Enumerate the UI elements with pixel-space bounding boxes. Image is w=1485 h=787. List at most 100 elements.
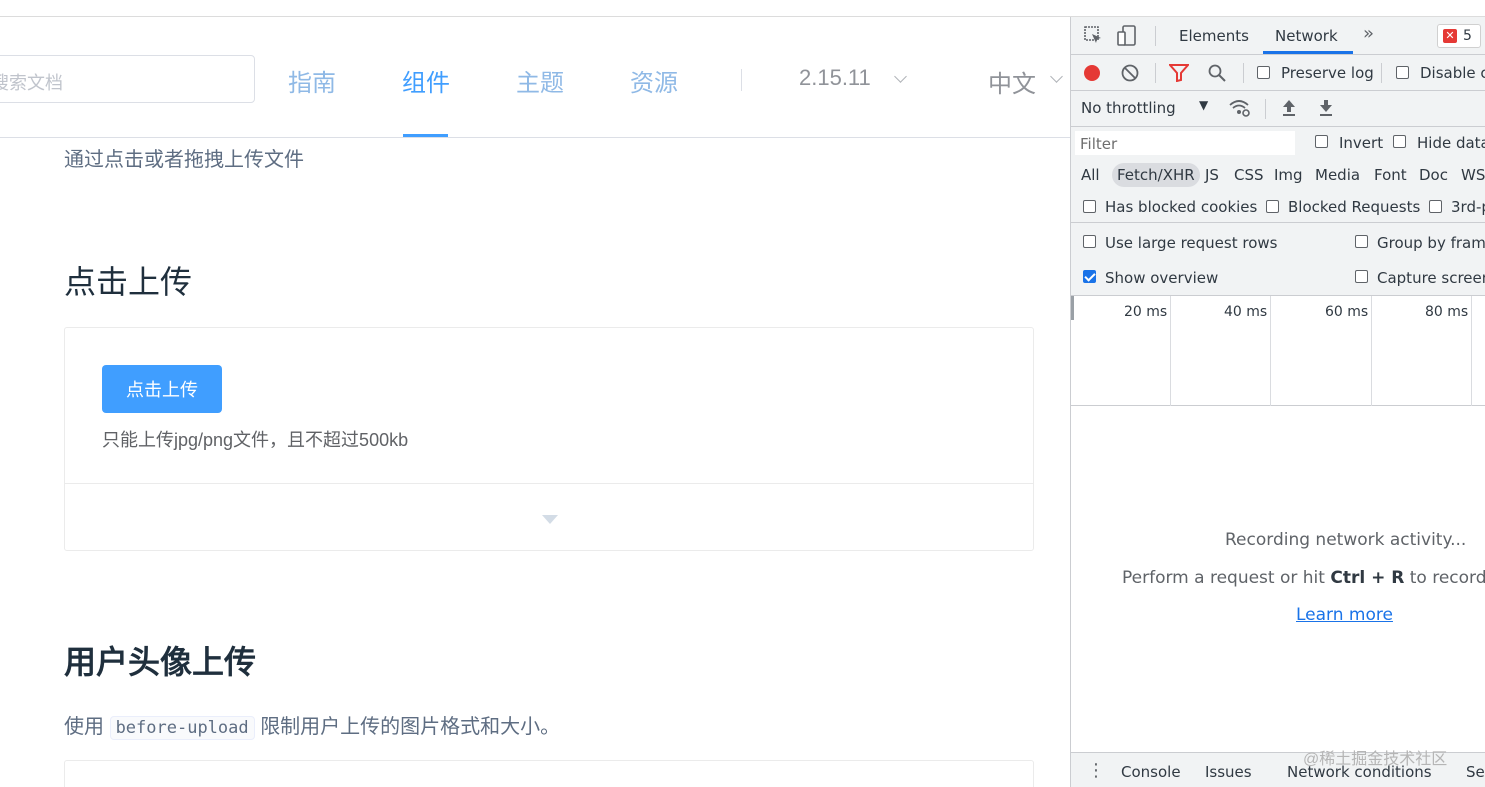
- separator: [1243, 63, 1244, 83]
- error-count: 5: [1463, 28, 1472, 44]
- search-placeholder: 搜索文档: [0, 73, 63, 93]
- type-css[interactable]: CSS: [1234, 163, 1264, 187]
- nav-component[interactable]: 组件: [402, 63, 450, 98]
- recording-message: Recording network activity...: [1225, 530, 1467, 550]
- separator: [1265, 99, 1266, 119]
- doc-page: 搜索文档 指南 组件 主题 资源 2.15.11 中文 通过点击或者拖拽上传文件…: [0, 17, 1070, 787]
- inspect-element-icon[interactable]: [1083, 25, 1103, 49]
- demo-expand-control[interactable]: [65, 485, 1033, 550]
- perform-request-message: Perform a request or hit Ctrl + R to rec…: [1122, 568, 1485, 588]
- caret-down-icon: [542, 515, 558, 524]
- blocked-requests-checkbox[interactable]: [1266, 200, 1279, 213]
- blocked-filters: Has blocked cookies Blocked Requests 3rd…: [1071, 191, 1485, 223]
- type-all[interactable]: All: [1081, 163, 1100, 187]
- capture-screenshots-label: Capture screen: [1377, 269, 1485, 287]
- type-ws[interactable]: WS: [1461, 163, 1485, 187]
- network-overview[interactable]: 20 ms 40 ms 60 ms 80 ms: [1071, 296, 1485, 406]
- export-har-icon[interactable]: [1318, 99, 1334, 121]
- nav-theme[interactable]: 主题: [516, 63, 564, 98]
- show-overview-label: Show overview: [1105, 269, 1219, 287]
- network-settings: Use large request rows Group by frame Sh…: [1071, 223, 1485, 296]
- nav-guide[interactable]: 指南: [288, 63, 336, 98]
- error-icon: ✕: [1443, 29, 1457, 43]
- timeline-gridline: [1270, 296, 1271, 406]
- type-doc[interactable]: Doc: [1419, 163, 1448, 187]
- tab-network[interactable]: Network: [1275, 27, 1338, 45]
- network-conditions-icon[interactable]: [1229, 98, 1251, 122]
- timeline-gridline: [1170, 296, 1171, 406]
- separator: [1381, 63, 1382, 83]
- network-empty-state: Recording network activity... Perform a …: [1071, 406, 1485, 752]
- version-select[interactable]: 2.15.11: [799, 65, 871, 91]
- learn-more-link[interactable]: Learn more: [1296, 605, 1393, 625]
- timeline-label: 40 ms: [1224, 304, 1268, 320]
- type-js[interactable]: JS: [1205, 163, 1219, 187]
- nav-active-indicator: [403, 134, 448, 137]
- separator: [1155, 63, 1156, 83]
- timeline-gridline: [1371, 296, 1372, 406]
- drawer-tab-search[interactable]: Sea: [1466, 763, 1485, 781]
- shortcut-key: Ctrl + R: [1330, 568, 1405, 588]
- code-before-upload: before-upload: [109, 716, 255, 740]
- third-party-checkbox[interactable]: [1429, 200, 1442, 213]
- error-count-badge[interactable]: ✕ 5: [1437, 24, 1481, 48]
- group-by-frame-label: Group by frame: [1377, 234, 1485, 252]
- browser-top-strip: [0, 0, 1485, 17]
- devtools-tabbar: Elements Network » ✕ 5: [1071, 17, 1485, 55]
- language-select[interactable]: 中文: [988, 64, 1036, 99]
- import-har-icon[interactable]: [1281, 99, 1297, 121]
- drawer-tab-issues[interactable]: Issues: [1205, 763, 1252, 781]
- section-title-click-upload: 点击上传: [64, 264, 193, 300]
- dropdown-arrow-icon[interactable]: ▼: [1199, 98, 1208, 112]
- has-blocked-cookies-checkbox[interactable]: [1083, 200, 1096, 213]
- network-toolbar: Preserve log Disable ca: [1071, 55, 1485, 91]
- more-tabs-icon[interactable]: »: [1363, 23, 1374, 44]
- chevron-down-icon[interactable]: [1050, 70, 1063, 83]
- type-img[interactable]: Img: [1274, 163, 1303, 187]
- throttling-select[interactable]: No throttling: [1081, 99, 1176, 117]
- preserve-log-checkbox[interactable]: [1257, 66, 1270, 79]
- search-input[interactable]: 搜索文档: [0, 55, 255, 103]
- nav-divider: [741, 69, 742, 91]
- show-overview-checkbox[interactable]: [1083, 270, 1096, 283]
- invert-label: Invert: [1339, 134, 1384, 152]
- perform-text-after: to record th: [1409, 568, 1485, 588]
- demo-block: 点击上传 只能上传jpg/png文件，且不超过500kb: [64, 327, 1034, 551]
- large-rows-checkbox[interactable]: [1083, 235, 1096, 248]
- type-font[interactable]: Font: [1374, 163, 1407, 187]
- demo-block-2: [64, 760, 1034, 787]
- type-fetch-xhr[interactable]: Fetch/XHR: [1112, 163, 1200, 187]
- section-title-avatar-upload: 用户头像上传: [64, 644, 257, 680]
- device-toolbar-icon[interactable]: [1117, 25, 1137, 51]
- hide-data-urls-label: Hide data: [1417, 134, 1485, 152]
- nav-resource[interactable]: 资源: [630, 63, 678, 98]
- blocked-requests-label: Blocked Requests: [1288, 198, 1421, 216]
- filter-icon[interactable]: [1167, 64, 1191, 86]
- tab-elements[interactable]: Elements: [1179, 27, 1249, 45]
- group-by-frame-checkbox[interactable]: [1355, 235, 1368, 248]
- filter-input[interactable]: Filter: [1075, 131, 1295, 155]
- invert-checkbox[interactable]: [1315, 135, 1328, 148]
- desc-prefix: 使用: [64, 716, 104, 738]
- drawer-tab-console[interactable]: Console: [1121, 763, 1181, 781]
- record-icon[interactable]: [1083, 64, 1101, 86]
- timeline-label: 20 ms: [1124, 304, 1168, 320]
- overview-start-handle[interactable]: [1071, 296, 1074, 320]
- desc-suffix: 限制用户上传的图片格式和大小。: [260, 716, 561, 738]
- upload-tip: 只能上传jpg/png文件，且不超过500kb: [102, 430, 409, 450]
- type-media[interactable]: Media: [1315, 163, 1360, 187]
- more-options-icon[interactable]: ⋮: [1087, 760, 1105, 781]
- hide-data-urls-checkbox[interactable]: [1393, 135, 1406, 148]
- timeline-label: 60 ms: [1325, 304, 1369, 320]
- capture-screenshots-checkbox[interactable]: [1355, 270, 1368, 283]
- watermark: @稀土掘金技术社区: [1303, 751, 1448, 768]
- timeline-gridline: [1471, 296, 1472, 406]
- click-upload-button[interactable]: 点击上传: [102, 365, 222, 413]
- perform-text-before: Perform a request or hit: [1122, 568, 1331, 588]
- disable-cache-checkbox[interactable]: [1396, 66, 1409, 79]
- search-icon[interactable]: [1208, 64, 1226, 86]
- clear-icon[interactable]: [1121, 64, 1139, 86]
- avatar-upload-description: 使用 before-upload 限制用户上传的图片格式和大小。: [64, 710, 561, 740]
- chevron-down-icon[interactable]: [894, 70, 907, 83]
- devtools-panel: Elements Network » ✕ 5 Preserve log Disa…: [1070, 17, 1485, 787]
